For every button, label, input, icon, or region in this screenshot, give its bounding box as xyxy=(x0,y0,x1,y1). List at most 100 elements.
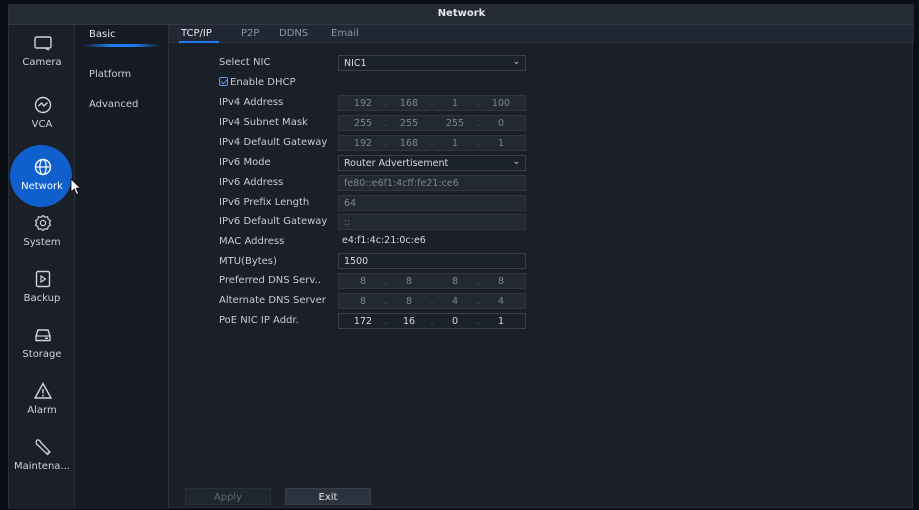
apply-button[interactable]: Apply xyxy=(185,488,271,505)
sidebar-item-camera[interactable]: Camera xyxy=(9,29,75,81)
sidebar-item-network[interactable]: Network xyxy=(9,145,75,207)
ip-octet-1: 255 xyxy=(353,118,373,129)
tab-tcpip[interactable]: TCP/IP xyxy=(181,28,212,39)
ipv6-prefix-length-value: 64 xyxy=(344,198,357,209)
ip-octet-4: 100 xyxy=(491,98,511,109)
sidebar-item-label: Alarm xyxy=(27,405,57,416)
sidebar-item-label: Camera xyxy=(22,57,62,68)
alternate-dns-input[interactable]: 8 . 8 . 4 . 4 xyxy=(338,293,526,309)
ip-octet-2: 168 xyxy=(399,138,419,149)
ip-octet-1: 8 xyxy=(359,276,367,287)
ip-octet-1: 8 xyxy=(359,296,367,307)
ip-octet-2: 8 xyxy=(405,296,413,307)
ip-octet-1: 192 xyxy=(353,138,373,149)
vca-icon xyxy=(33,95,53,115)
storage-icon xyxy=(33,325,53,345)
tab-email[interactable]: Email xyxy=(331,28,359,39)
ip-octet-2: 255 xyxy=(399,118,419,129)
select-nic-dropdown[interactable]: NIC1 ⌄ xyxy=(338,55,526,71)
wrench-icon xyxy=(33,437,53,457)
ipv4-gateway-label: IPv4 Default Gateway xyxy=(219,137,328,148)
exit-button[interactable]: Exit xyxy=(285,488,371,505)
mac-address-value: e4:f1:4c:21:0c:e6 xyxy=(342,235,426,246)
preferred-dns-input[interactable]: 8 . 8 . 8 . 8 xyxy=(338,273,526,289)
poe-nic-ip-label: PoE NIC IP Addr. xyxy=(219,315,299,326)
title-bar: Network xyxy=(9,5,914,25)
ipv6-gateway-input[interactable]: :: xyxy=(338,214,526,230)
chevron-down-icon: ⌄ xyxy=(512,157,520,167)
ip-octet-3: 8 xyxy=(451,276,459,287)
ip-octet-4: 8 xyxy=(497,276,505,287)
ip-octet-2: 8 xyxy=(405,276,413,287)
ipv6-prefix-length-label: IPv6 Prefix Length xyxy=(219,197,310,208)
mac-address-label: MAC Address xyxy=(219,236,285,247)
ip-octet-2: 168 xyxy=(399,98,419,109)
globe-icon xyxy=(33,157,53,177)
tab-active-indicator xyxy=(179,41,219,43)
sidebar-item-label: Network xyxy=(21,181,63,192)
sidebar-item-vca[interactable]: VCA xyxy=(9,91,75,143)
gear-icon xyxy=(33,213,53,233)
ip-octet-2: 16 xyxy=(402,316,416,327)
ipv6-gateway-value: :: xyxy=(344,217,351,228)
sidebar-item-label: Backup xyxy=(23,293,61,304)
sidebar-item-label: System xyxy=(23,237,61,248)
sidebar-item-backup[interactable]: Backup xyxy=(9,265,75,317)
tab-p2p[interactable]: P2P xyxy=(241,28,259,39)
camera-icon xyxy=(33,33,53,53)
chevron-down-icon: ⌄ xyxy=(512,57,520,67)
ipv6-mode-value: Router Advertisement xyxy=(344,158,449,169)
sidebar-item-label: VCA xyxy=(31,119,53,130)
ip-octet-3: 1 xyxy=(451,138,459,149)
sidebar-item-storage[interactable]: Storage xyxy=(9,321,75,373)
sidebar-item-label: Storage xyxy=(22,349,62,360)
ip-octet-4: 1 xyxy=(497,138,505,149)
alternate-dns-label: Alternate DNS Server xyxy=(219,295,326,306)
sidebar-item-maintenance[interactable]: Maintena... xyxy=(9,433,75,485)
alarm-icon xyxy=(33,381,53,401)
preferred-dns-label: Preferred DNS Serv.. xyxy=(219,275,321,286)
ip-octet-4: 1 xyxy=(497,316,505,327)
ipv6-mode-label: IPv6 Mode xyxy=(219,157,271,168)
ipv4-address-input[interactable]: 192 . 168 . 1 . 100 xyxy=(338,95,526,111)
ipv6-address-input[interactable]: fe80::e6f1:4cff:fe21:ce6 xyxy=(338,175,526,191)
ip-octet-1: 192 xyxy=(353,98,373,109)
backup-icon xyxy=(33,269,53,289)
submenu-active-indicator xyxy=(83,44,161,47)
ipv4-subnet-mask-input[interactable]: 255 . 255 . 255 . 0 xyxy=(338,115,526,131)
ipv6-gateway-label: IPv6 Default Gateway xyxy=(219,216,328,227)
enable-dhcp-label: Enable DHCP xyxy=(230,77,296,88)
submenu-item-basic[interactable]: Basic xyxy=(89,29,115,40)
ipv6-prefix-length-input[interactable]: 64 xyxy=(338,195,526,211)
ipv4-address-label: IPv4 Address xyxy=(219,97,284,108)
mtu-value: 1500 xyxy=(344,256,369,267)
window-title: Network xyxy=(437,8,486,19)
ipv4-gateway-input[interactable]: 192 . 168 . 1 . 1 xyxy=(338,135,526,151)
ip-octet-3: 255 xyxy=(445,118,465,129)
ip-octet-4: 4 xyxy=(497,296,505,307)
ipv6-address-value: fe80::e6f1:4cff:fe21:ce6 xyxy=(344,178,459,189)
ip-octet-3: 0 xyxy=(451,316,459,327)
checkbox-checked-icon xyxy=(219,77,228,86)
ipv6-address-label: IPv6 Address xyxy=(219,177,284,188)
enable-dhcp-checkbox[interactable]: Enable DHCP xyxy=(219,77,295,88)
ip-octet-3: 4 xyxy=(451,296,459,307)
tab-ddns[interactable]: DDNS xyxy=(279,28,308,39)
ip-octet-3: 1 xyxy=(451,98,459,109)
ip-octet-1: 172 xyxy=(353,316,373,327)
mtu-label: MTU(Bytes) xyxy=(219,256,277,267)
ipv4-subnet-mask-label: IPv4 Subnet Mask xyxy=(219,117,308,128)
poe-nic-ip-input[interactable]: 172 . 16 . 0 . 1 xyxy=(338,313,526,329)
sidebar-item-system[interactable]: System xyxy=(9,209,75,261)
submenu-item-platform[interactable]: Platform xyxy=(89,69,131,80)
tab-bar: TCP/IP P2P DDNS Email xyxy=(169,25,914,43)
submenu-item-advanced[interactable]: Advanced xyxy=(89,99,138,110)
sidebar-item-alarm[interactable]: Alarm xyxy=(9,377,75,429)
ipv6-mode-dropdown[interactable]: Router Advertisement ⌄ xyxy=(338,155,526,171)
mtu-input[interactable]: 1500 xyxy=(338,253,526,269)
select-nic-value: NIC1 xyxy=(344,58,367,69)
select-nic-label: Select NIC xyxy=(219,57,271,68)
ip-octet-4: 0 xyxy=(497,118,505,129)
sidebar-item-label: Maintena... xyxy=(14,461,70,472)
network-submenu: Basic Platform Advanced xyxy=(75,25,169,509)
